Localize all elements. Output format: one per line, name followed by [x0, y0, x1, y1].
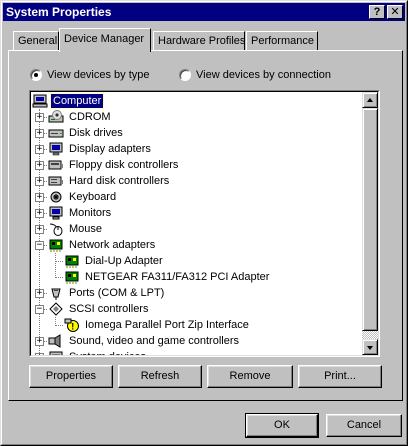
- network-card-icon: [64, 254, 80, 268]
- device-category-item[interactable]: Sound, video and game controllers: [67, 334, 241, 348]
- tab-performance[interactable]: Performance: [246, 31, 318, 51]
- expand-node-button[interactable]: +: [35, 337, 44, 346]
- view-by-connection-label: View devices by connection: [196, 69, 331, 81]
- device-category-item[interactable]: CDROM: [67, 110, 113, 124]
- warning-icon: !: [64, 318, 80, 332]
- device-category-item[interactable]: Monitors: [67, 206, 113, 220]
- device-tree-root[interactable]: Computer: [49, 93, 105, 109]
- disk-drive-icon: [48, 126, 64, 140]
- collapse-node-button[interactable]: −: [35, 305, 44, 314]
- device-tree[interactable]: Computer + CDROM + Disk drives + Display adapt…: [29, 90, 380, 357]
- expand-node-button[interactable]: +: [35, 289, 44, 298]
- device-category-item[interactable]: Ports (COM & LPT): [67, 286, 166, 300]
- tab-hardware-profiles[interactable]: Hardware Profiles: [153, 31, 245, 51]
- tree-connector-line: [55, 261, 63, 262]
- monitor-icon: [48, 206, 64, 220]
- device-category-item[interactable]: Floppy disk controllers: [67, 158, 180, 172]
- hard-disk-controller-icon: [48, 174, 64, 188]
- tree-vertical-scrollbar[interactable]: [362, 92, 378, 355]
- up-arrow-icon: [367, 98, 373, 102]
- expand-node-button[interactable]: +: [35, 225, 44, 234]
- view-by-type-option[interactable]: View devices by type: [30, 67, 150, 83]
- expand-node-button[interactable]: +: [35, 129, 44, 138]
- cancel-button[interactable]: Cancel: [326, 414, 402, 437]
- scroll-up-button[interactable]: [362, 92, 378, 108]
- view-by-connection-radio[interactable]: [179, 69, 191, 81]
- device-category-item[interactable]: Mouse: [67, 222, 104, 236]
- device-category-item[interactable]: Hard disk controllers: [67, 174, 171, 188]
- device-tree-item[interactable]: Dial-Up Adapter: [83, 254, 165, 268]
- device-category-item[interactable]: Keyboard: [67, 190, 118, 204]
- network-adapter-icon: [48, 238, 64, 252]
- view-by-type-label: View devices by type: [47, 69, 150, 81]
- device-tree-viewport: Computer + CDROM + Disk drives + Display adapt…: [30, 91, 379, 356]
- help-button[interactable]: ?: [369, 5, 385, 19]
- cdrom-icon: [48, 110, 64, 124]
- sound-icon: [48, 334, 64, 348]
- scroll-down-button[interactable]: [362, 339, 378, 355]
- window-title: System Properties: [6, 5, 112, 19]
- svg-text:!: !: [71, 322, 74, 332]
- refresh-button[interactable]: Refresh: [118, 365, 202, 388]
- system-properties-window: System Properties ? ✕ General Device Man…: [0, 0, 408, 446]
- expand-node-button[interactable]: +: [35, 145, 44, 154]
- expand-node-button[interactable]: +: [35, 209, 44, 218]
- device-category-item[interactable]: Disk drives: [67, 126, 125, 140]
- floppy-controller-icon: [48, 158, 64, 172]
- display-adapter-icon: [48, 142, 64, 156]
- ok-button[interactable]: OK: [245, 413, 319, 438]
- scsi-controller-icon: [48, 302, 64, 316]
- computer-icon: [32, 94, 48, 108]
- print-button[interactable]: Print...: [298, 365, 382, 388]
- remove-button[interactable]: Remove: [207, 365, 293, 388]
- device-category-item[interactable]: Network adapters: [67, 238, 157, 252]
- scroll-thumb[interactable]: [362, 108, 378, 331]
- title-bar[interactable]: System Properties ? ✕: [3, 3, 405, 21]
- device-tree-item[interactable]: Iomega Parallel Port Zip Interface: [83, 318, 251, 332]
- tree-connector-line: [55, 325, 63, 326]
- network-branch-line: [55, 253, 56, 276]
- tab-general[interactable]: General: [13, 31, 59, 51]
- device-category-item[interactable]: SCSI controllers: [67, 302, 150, 316]
- expand-node-button[interactable]: +: [35, 161, 44, 170]
- expand-node-button[interactable]: +: [35, 353, 44, 355]
- view-by-connection-option[interactable]: View devices by connection: [179, 67, 331, 83]
- tab-device-manager[interactable]: Device Manager: [59, 28, 151, 52]
- down-arrow-icon: [367, 346, 373, 350]
- system-device-icon: [48, 350, 64, 355]
- expand-node-button[interactable]: +: [35, 177, 44, 186]
- scsi-branch-line: [55, 317, 56, 324]
- close-button[interactable]: ✕: [387, 5, 403, 19]
- device-tree-item[interactable]: NETGEAR FA311/FA312 PCI Adapter: [83, 270, 271, 284]
- tree-connector-line: [55, 277, 63, 278]
- expand-node-button[interactable]: +: [35, 193, 44, 202]
- port-icon: [48, 286, 64, 300]
- expand-node-button[interactable]: +: [35, 113, 44, 122]
- keyboard-icon: [48, 190, 64, 204]
- network-card-icon: [64, 270, 80, 284]
- properties-button[interactable]: Properties: [29, 365, 113, 388]
- device-category-item[interactable]: Display adapters: [67, 142, 153, 156]
- collapse-node-button[interactable]: −: [35, 241, 44, 250]
- view-by-type-radio[interactable]: [30, 69, 42, 81]
- mouse-icon: [48, 222, 64, 236]
- device-category-item[interactable]: System devices: [67, 350, 148, 355]
